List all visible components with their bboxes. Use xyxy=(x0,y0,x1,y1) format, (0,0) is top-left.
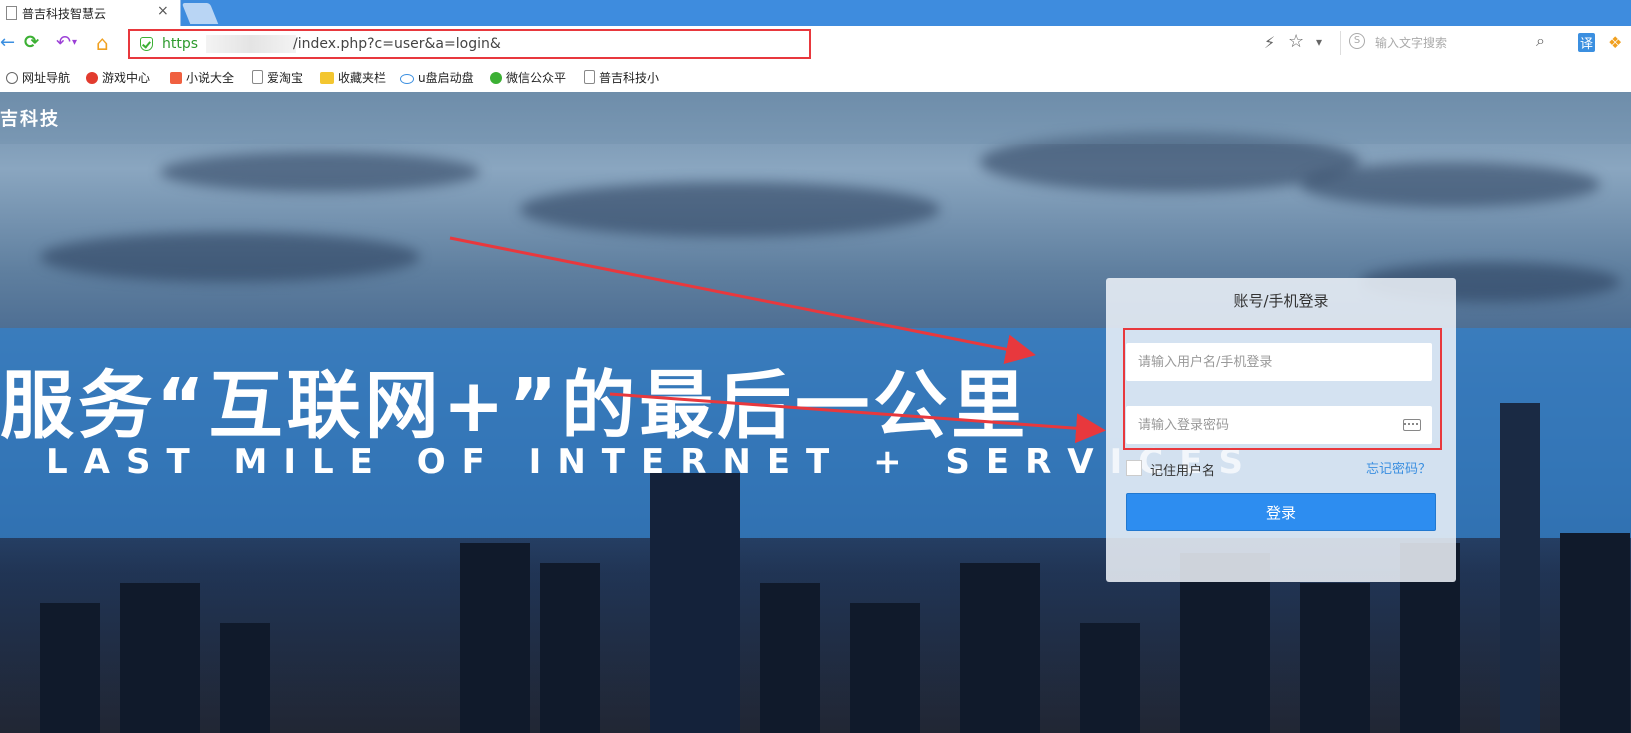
bookmark-item[interactable]: 爱淘宝 xyxy=(252,69,303,86)
search-icon[interactable]: ⌕ xyxy=(1536,31,1545,51)
search-placeholder: 输入文字搜索 xyxy=(1375,36,1448,50)
dropdown-icon[interactable]: ▾ xyxy=(1316,35,1322,49)
home-icon[interactable]: ⌂ xyxy=(96,32,109,54)
secure-shield-icon xyxy=(140,37,153,51)
wechat-icon xyxy=(490,72,502,84)
browser-search-box[interactable]: S 输入文字搜索 ⌕ xyxy=(1340,31,1556,55)
bookmark-item[interactable]: 游戏中心 xyxy=(86,69,150,86)
browser-toolbar: ← ⟳ ↶ ▾ ⌂ https /index.php?c=user&a=logi… xyxy=(0,26,1631,63)
url-scheme: https xyxy=(162,36,199,52)
annotation-arrow xyxy=(449,236,1036,365)
game-icon xyxy=(86,72,98,84)
bookmark-item[interactable]: 普吉科技小 xyxy=(584,69,659,86)
novel-icon xyxy=(170,72,182,84)
search-engine-icon[interactable]: S xyxy=(1349,33,1365,49)
page-icon xyxy=(6,6,17,20)
undo-icon[interactable]: ↶ xyxy=(56,32,71,54)
bookmark-item[interactable]: 微信公众平 xyxy=(490,69,566,86)
bolt-icon[interactable]: ⚡ xyxy=(1264,33,1275,52)
url-path: /index.php?c=user&a=login& xyxy=(293,36,501,52)
undo-dropdown-icon[interactable]: ▾ xyxy=(72,32,77,54)
page-icon xyxy=(252,70,263,84)
usb-icon xyxy=(400,74,414,84)
url-redacted-host xyxy=(206,35,296,53)
bookmark-item[interactable]: u盘启动盘 xyxy=(400,69,474,86)
new-tab-button[interactable] xyxy=(181,3,219,24)
browser-tab[interactable]: 普吉科技智慧云 × xyxy=(0,0,181,26)
translate-icon[interactable]: 译 xyxy=(1578,33,1596,52)
address-bar[interactable]: https /index.php?c=user&a=login& xyxy=(128,29,811,59)
back-icon[interactable]: ← xyxy=(0,32,15,54)
tab-title: 普吉科技智慧云 xyxy=(22,7,107,21)
bookmarks-bar: 网址导航 游戏中心 小说大全 爱淘宝 收藏夹栏 u盘启动盘 微信公众平 普吉科技… xyxy=(0,62,1631,93)
browser-tab-bar: 普吉科技智慧云 × xyxy=(0,0,1631,26)
annotation-arrow xyxy=(609,392,1106,444)
star-icon[interactable]: ☆ xyxy=(1288,31,1304,52)
refresh-icon[interactable]: ⟳ xyxy=(24,32,39,54)
annotation-arrows xyxy=(449,236,1106,444)
extension-icon[interactable]: ❖ xyxy=(1608,33,1622,52)
page-icon xyxy=(584,70,595,84)
folder-icon xyxy=(320,72,334,84)
bookmark-item[interactable]: 小说大全 xyxy=(170,69,234,86)
tab-close-icon[interactable]: × xyxy=(157,3,169,19)
bookmark-item[interactable]: 收藏夹栏 xyxy=(320,69,386,86)
login-page: 吉科技 服务“互联网+”的最后一公里 LAST MILE OF INTERNET… xyxy=(0,92,1631,733)
bookmark-item[interactable]: 网址导航 xyxy=(6,69,70,86)
globe-icon xyxy=(6,72,18,84)
